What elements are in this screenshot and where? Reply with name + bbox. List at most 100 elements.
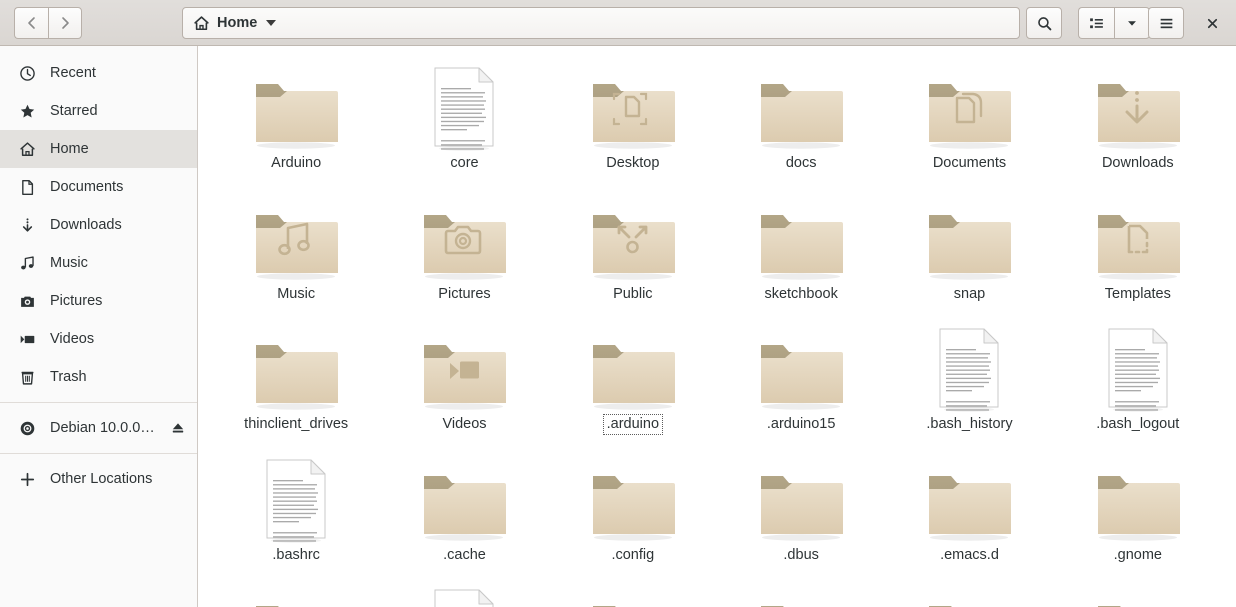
folder-icon bbox=[885, 452, 1053, 544]
sidebar: Recent Starred Home Documents Downloads Music… bbox=[0, 46, 198, 607]
folder-icon bbox=[717, 60, 885, 152]
file-item-label: .config bbox=[611, 546, 655, 563]
folder-icon bbox=[380, 191, 548, 283]
file-list-view[interactable]: Arduino core Desktop docs Documents Downloads… bbox=[198, 46, 1236, 607]
folder-icon bbox=[212, 191, 380, 283]
file-item[interactable]: Public bbox=[549, 185, 717, 316]
home-icon bbox=[18, 140, 36, 158]
file-item-label: Desktop bbox=[606, 155, 660, 171]
file-item-label: .cache bbox=[443, 546, 486, 563]
search-button[interactable] bbox=[1026, 7, 1062, 39]
folder-icon bbox=[549, 452, 717, 544]
file-item-label: Public bbox=[613, 285, 653, 302]
file-item[interactable]: Arduino bbox=[212, 54, 380, 185]
sidebar-item-starred[interactable]: Starred bbox=[0, 92, 197, 130]
file-item-label: core bbox=[450, 155, 479, 171]
file-item-partial[interactable] bbox=[885, 576, 1053, 607]
view-options-button[interactable] bbox=[1078, 7, 1114, 39]
file-item-label: .arduino15 bbox=[766, 416, 836, 432]
folder-icon bbox=[212, 60, 380, 152]
download-icon bbox=[18, 216, 36, 234]
folder-icon bbox=[717, 321, 885, 413]
file-item-label: Arduino bbox=[271, 155, 322, 171]
file-item[interactable]: Music bbox=[212, 185, 380, 316]
search-icon bbox=[1036, 15, 1053, 32]
sidebar-item-videos[interactable]: Videos bbox=[0, 320, 197, 358]
file-item[interactable]: Downloads bbox=[1054, 54, 1222, 185]
view-button-group bbox=[1078, 7, 1150, 39]
file-item[interactable]: .bash_logout bbox=[1054, 315, 1222, 446]
sidebar-item-trash[interactable]: Trash bbox=[0, 358, 197, 396]
music-icon bbox=[18, 254, 36, 272]
file-item-label: Downloads bbox=[1101, 155, 1174, 171]
close-button[interactable] bbox=[1196, 7, 1228, 39]
file-item[interactable]: Videos bbox=[380, 315, 548, 446]
header-bar: Home bbox=[0, 0, 1236, 46]
star-icon bbox=[18, 102, 36, 120]
sidebar-item-debian-10-0-0[interactable]: Debian 10.0.0 ... bbox=[0, 409, 197, 447]
forward-button[interactable] bbox=[48, 6, 82, 39]
sidebar-item-recent[interactable]: Recent bbox=[0, 54, 197, 92]
folder-icon bbox=[717, 452, 885, 544]
file-item[interactable]: Pictures bbox=[380, 185, 548, 316]
eject-icon[interactable] bbox=[169, 419, 187, 437]
file-item[interactable]: core bbox=[380, 54, 548, 185]
sidebar-item-music[interactable]: Music bbox=[0, 244, 197, 282]
folder-icon bbox=[380, 452, 548, 544]
file-item[interactable]: Desktop bbox=[549, 54, 717, 185]
file-item-partial[interactable] bbox=[1054, 576, 1222, 607]
file-item[interactable]: Templates bbox=[1054, 185, 1222, 316]
main-menu-button[interactable] bbox=[1148, 7, 1184, 39]
sidebar-item-label: Trash bbox=[50, 369, 87, 385]
file-item[interactable]: Documents bbox=[885, 54, 1053, 185]
document-icon bbox=[18, 178, 36, 196]
breadcrumb[interactable]: Home bbox=[193, 15, 257, 32]
file-item[interactable]: .arduino bbox=[549, 315, 717, 446]
sidebar-item-label: Home bbox=[50, 141, 89, 157]
file-item[interactable]: .dbus bbox=[717, 446, 885, 577]
path-bar[interactable]: Home bbox=[182, 7, 1020, 39]
chevron-down-icon[interactable] bbox=[266, 20, 277, 26]
close-icon bbox=[1205, 16, 1220, 31]
folder-icon bbox=[885, 60, 1053, 152]
file-item-partial[interactable] bbox=[212, 576, 380, 607]
file-item[interactable]: snap bbox=[885, 185, 1053, 316]
file-item[interactable]: .config bbox=[549, 446, 717, 577]
file-item[interactable]: .arduino15 bbox=[717, 315, 885, 446]
file-item-label: docs bbox=[785, 155, 817, 171]
file-item[interactable]: .gnome bbox=[1054, 446, 1222, 577]
folder-icon bbox=[885, 191, 1053, 283]
document-icon bbox=[1054, 321, 1222, 413]
camera-icon bbox=[18, 292, 36, 310]
view-dropdown-button[interactable] bbox=[1114, 7, 1150, 39]
sidebar-item-documents[interactable]: Documents bbox=[0, 168, 197, 206]
sidebar-item-label: Debian 10.0.0 ... bbox=[50, 420, 155, 436]
sidebar-item-home[interactable]: Home bbox=[0, 130, 197, 168]
folder-icon bbox=[1054, 60, 1222, 152]
file-item[interactable]: thinclient_drives bbox=[212, 315, 380, 446]
file-item-label: .dbus bbox=[783, 546, 819, 563]
file-item-label: Documents bbox=[932, 155, 1007, 171]
folder-icon bbox=[212, 582, 380, 607]
sidebar-item-pictures[interactable]: Pictures bbox=[0, 282, 197, 320]
sidebar-item-label: Other Locations bbox=[50, 471, 153, 487]
file-item-partial[interactable] bbox=[717, 576, 885, 607]
folder-icon bbox=[549, 191, 717, 283]
folder-icon bbox=[1054, 191, 1222, 283]
file-item[interactable]: docs bbox=[717, 54, 885, 185]
file-item[interactable]: .bash_history bbox=[885, 315, 1053, 446]
document-icon bbox=[380, 582, 548, 607]
file-item-partial[interactable] bbox=[549, 576, 717, 607]
file-item-partial[interactable] bbox=[380, 576, 548, 607]
file-item[interactable]: sketchbook bbox=[717, 185, 885, 316]
trash-icon bbox=[18, 368, 36, 386]
folder-icon bbox=[717, 191, 885, 283]
sidebar-item-downloads[interactable]: Downloads bbox=[0, 206, 197, 244]
sidebar-item-other-locations[interactable]: Other Locations bbox=[0, 460, 197, 498]
file-item-label: .bash_logout bbox=[1096, 416, 1180, 432]
sidebar-item-label: Downloads bbox=[50, 217, 122, 233]
file-item[interactable]: .cache bbox=[380, 446, 548, 577]
back-button[interactable] bbox=[14, 6, 48, 39]
file-item[interactable]: .emacs.d bbox=[885, 446, 1053, 577]
file-item[interactable]: .bashrc bbox=[212, 446, 380, 577]
